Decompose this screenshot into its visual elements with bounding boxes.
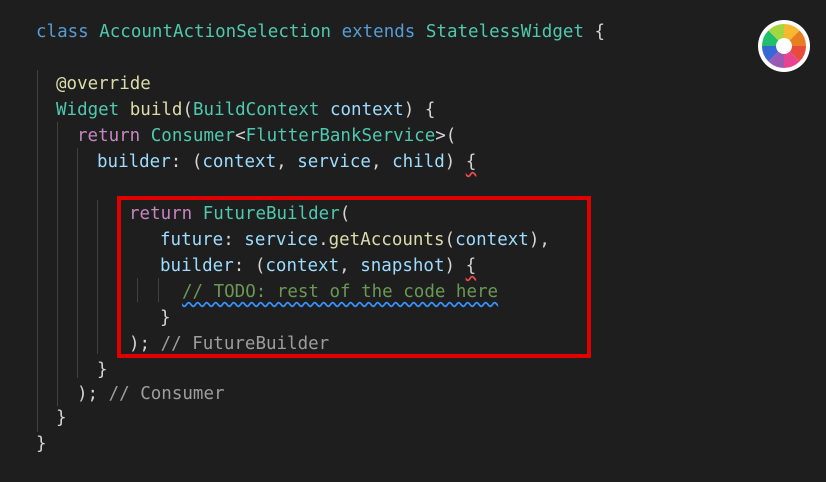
consumer-type: Consumer (150, 126, 236, 146)
close-brace: } (36, 434, 47, 454)
param-type: BuildContext (193, 100, 320, 120)
generic-tail: >( (435, 126, 457, 146)
close-brace: } (97, 360, 108, 380)
builder-param-1: context (202, 152, 277, 172)
code-line-14: } (97, 357, 108, 383)
builder-param-3: child (392, 152, 445, 172)
indent-guide (77, 148, 78, 378)
code-line-6: builder: (context, service, child) { (97, 152, 477, 172)
highlight-box (117, 196, 591, 358)
color-wheel-icon (758, 20, 810, 72)
close-paren: ); (77, 384, 99, 404)
override-annotation: @override (56, 74, 151, 94)
builder-param-2: service (297, 152, 371, 172)
open-brace: { (594, 22, 606, 42)
code-line-1: class AccountActionSelection extends Sta… (36, 19, 605, 45)
indent-guide (37, 70, 38, 432)
code-editor[interactable]: class AccountActionSelection extends Sta… (0, 0, 826, 482)
open-brace-warning: { (465, 152, 477, 172)
code-line-17: } (36, 431, 47, 457)
closing-label-hint: // Consumer (108, 384, 225, 404)
code-line-5: return Consumer<FlutterBankService>( (77, 126, 457, 146)
class-name: AccountActionSelection (99, 22, 332, 42)
signature-tail: ) { (403, 100, 436, 120)
keyword-class: class (36, 22, 89, 42)
code-line-16: } (56, 405, 67, 431)
base-class: StatelessWidget (425, 22, 584, 42)
code-line-3: @override (56, 71, 151, 97)
generic-type: FlutterBankService (245, 126, 436, 146)
indent-guide (97, 200, 98, 354)
return-type: Widget (56, 100, 120, 120)
param-name: context (329, 100, 404, 120)
code-line-4: Widget build(BuildContext context) { (56, 100, 436, 120)
code-line-15: ); // Consumer (77, 381, 225, 407)
return-keyword: return (77, 126, 141, 146)
indent-guide (57, 122, 58, 406)
builder-prop: builder (97, 152, 171, 172)
keyword-extends: extends (341, 22, 416, 42)
method-name: build (129, 100, 183, 120)
close-brace: } (56, 408, 67, 428)
